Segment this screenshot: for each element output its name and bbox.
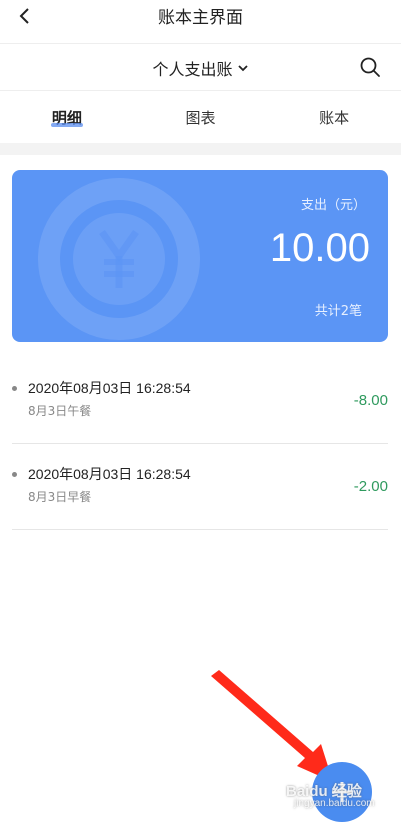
book-bar: 个人支出账	[0, 44, 401, 91]
page-title: 账本主界面	[158, 8, 243, 28]
book-selector[interactable]: 个人支出账	[0, 56, 401, 80]
top-bar: 账本主界面	[0, 0, 401, 44]
book-name: 个人支出账	[152, 60, 233, 79]
expense-label: 支出（元）	[300, 198, 366, 213]
record-count: 共计2笔	[314, 304, 362, 319]
bullet-dot	[12, 472, 17, 477]
watermark-url: jingyan.baidu.com	[294, 798, 375, 809]
record-amount: -8.00	[353, 392, 388, 409]
bullet-dot	[12, 386, 17, 391]
tab-active-indicator	[50, 123, 83, 127]
record-amount: -2.00	[353, 478, 388, 495]
expense-summary-card: 支出（元） 10.00 共计2笔	[12, 170, 388, 342]
search-icon	[360, 57, 380, 77]
list-item[interactable]: 2020年08月03日 16:28:54 8月3日早餐 -2.00	[12, 444, 388, 530]
tab-bar: 明细 图表 账本	[0, 91, 401, 143]
expense-total: 10.00	[269, 226, 370, 270]
record-time: 2020年08月03日 16:28:54	[28, 466, 191, 482]
record-note: 8月3日午餐	[28, 404, 92, 418]
tab-books[interactable]: 账本	[267, 91, 401, 143]
list-item[interactable]: 2020年08月03日 16:28:54 8月3日午餐 -8.00	[12, 358, 388, 444]
tab-books-label: 账本	[319, 109, 350, 127]
yen-icon	[38, 178, 200, 340]
record-note: 8月3日早餐	[28, 490, 92, 504]
search-button[interactable]	[359, 56, 381, 78]
tab-chart[interactable]: 图表	[134, 91, 268, 143]
section-divider	[0, 143, 401, 155]
record-time: 2020年08月03日 16:28:54	[28, 380, 191, 396]
tab-detail[interactable]: 明细	[0, 91, 134, 143]
chevron-down-icon	[237, 65, 248, 72]
tab-chart-label: 图表	[185, 109, 216, 127]
